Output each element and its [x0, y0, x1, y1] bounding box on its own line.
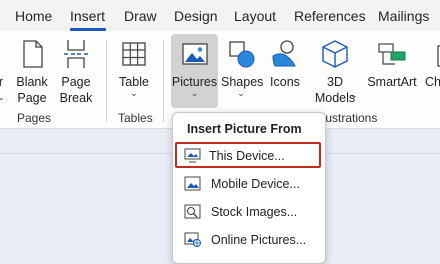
pictures-button[interactable]: Pictures ⌄ — [171, 34, 218, 108]
chart-button[interactable]: Ch — [422, 34, 440, 108]
menu-item-label: Online Pictures... — [211, 233, 307, 247]
group-label-tables: Tables — [118, 111, 153, 125]
chevron-down-icon: ⌄ — [350, 90, 358, 100]
icons-icon — [272, 40, 296, 67]
smartart-icon — [378, 43, 406, 65]
stock-images-icon — [184, 204, 201, 219]
3d-models-label-line1: 3D — [327, 75, 343, 89]
cover-page-button[interactable]: r ⌄ — [0, 34, 8, 108]
chevron-down-icon: ⌄ — [237, 88, 245, 98]
shapes-button[interactable]: Shapes ⌄ — [221, 34, 263, 108]
chart-icon — [437, 45, 440, 67]
chevron-down-icon: ⌄ — [190, 88, 199, 98]
device-icon — [184, 148, 201, 163]
menu-item-stock-images[interactable]: Stock Images... — [177, 199, 321, 225]
blank-page-button[interactable]: Blank Page — [12, 34, 52, 108]
ribbon-tab-bar: Home Insert Draw Design Layout Reference… — [0, 0, 440, 31]
chevron-down-icon: ⌄ — [0, 92, 5, 102]
menu-item-label: Stock Images... — [211, 205, 298, 219]
group-label-illustrations: llustrations — [320, 111, 378, 125]
tab-draw[interactable]: Draw — [124, 8, 157, 24]
tab-insert[interactable]: Insert — [70, 8, 105, 24]
menu-item-label: Mobile Device... — [211, 177, 300, 191]
page-break-button[interactable]: Page Break — [56, 34, 96, 108]
3d-cube-icon — [322, 40, 348, 68]
blank-page-label-line2: Page — [17, 91, 47, 105]
page-break-icon — [64, 40, 88, 68]
insert-picture-menu: Insert Picture From This Device... Mobil… — [172, 112, 326, 264]
cover-page-label: r — [0, 75, 4, 89]
group-separator — [106, 40, 107, 122]
table-icon — [122, 42, 146, 66]
tab-layout[interactable]: Layout — [234, 8, 276, 24]
chart-label: Ch — [425, 75, 440, 89]
page-break-label-line1: Page — [61, 75, 91, 89]
chevron-down-icon: ⌄ — [130, 88, 138, 98]
page-break-label-line2: Break — [59, 91, 93, 105]
menu-item-this-device[interactable]: This Device... — [175, 142, 321, 168]
online-pictures-icon — [184, 232, 201, 247]
group-separator — [163, 40, 164, 122]
group-label-pages: Pages — [17, 111, 52, 125]
smartart-button[interactable]: SmartArt — [364, 34, 420, 108]
icons-label: Icons — [270, 75, 300, 89]
blank-page-label-line1: Blank — [16, 75, 48, 89]
menu-title: Insert Picture From — [187, 122, 302, 136]
tab-mailings[interactable]: Mailings — [378, 8, 429, 24]
mobile-device-icon — [184, 176, 201, 191]
3d-models-button[interactable]: 3D Models ⌄ — [310, 34, 360, 108]
pictures-icon — [181, 43, 208, 65]
tab-home[interactable]: Home — [15, 8, 52, 24]
blank-page-icon — [23, 40, 43, 68]
table-button[interactable]: Table ⌄ — [113, 34, 155, 108]
menu-item-online-pictures[interactable]: Online Pictures... — [177, 227, 321, 253]
tab-references[interactable]: References — [294, 8, 366, 24]
tab-design[interactable]: Design — [174, 8, 218, 24]
menu-item-mobile-device[interactable]: Mobile Device... — [177, 171, 321, 197]
smartart-label: SmartArt — [367, 75, 417, 89]
shapes-icon — [229, 41, 255, 68]
icons-button[interactable]: Icons — [265, 34, 305, 108]
menu-item-label: This Device... — [209, 149, 285, 163]
